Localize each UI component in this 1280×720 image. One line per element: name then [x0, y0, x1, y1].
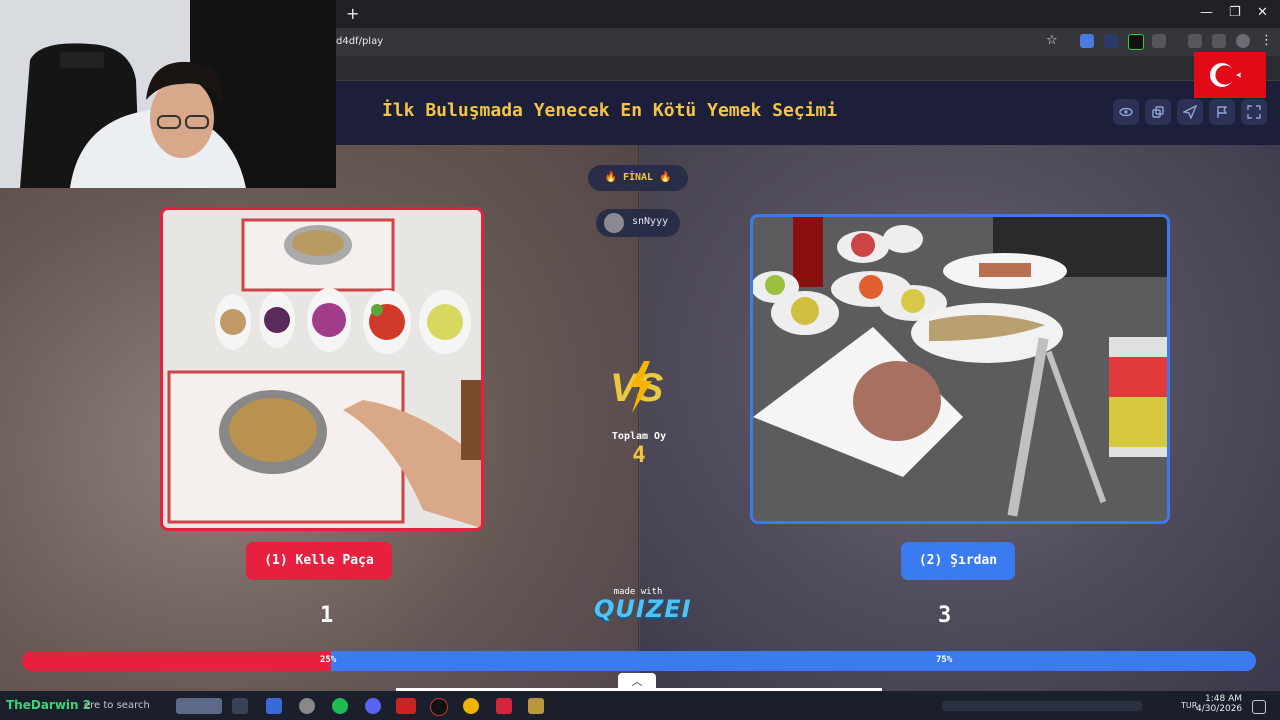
- chrome-icon[interactable]: [463, 698, 479, 714]
- username: snNyyy: [632, 216, 669, 227]
- download-icon[interactable]: [1188, 34, 1202, 48]
- right-vote-count: 3: [938, 603, 952, 628]
- vote-progress-bar: 25% 75%: [22, 651, 1256, 671]
- share-icon[interactable]: [1145, 99, 1171, 125]
- app-icon[interactable]: [430, 698, 448, 716]
- quizei-logo[interactable]: QUIZEI: [594, 595, 691, 623]
- new-tab-button[interactable]: +: [346, 4, 359, 23]
- left-choice-button[interactable]: (1) Kelle Paça: [246, 542, 392, 580]
- voicemod-icon[interactable]: [396, 698, 416, 714]
- clock-date: 4/30/2026: [1196, 704, 1243, 714]
- final-round-badge: 🔥 FİNAL 🔥: [588, 165, 688, 191]
- streamer-name: TheDarwin 2: [6, 698, 92, 712]
- turkey-flag-icon: [1194, 52, 1266, 98]
- discord-icon[interactable]: [365, 698, 381, 714]
- bookmark-star-icon[interactable]: ☆: [1046, 33, 1058, 48]
- close-button[interactable]: ✕: [1257, 5, 1268, 20]
- total-votes-label: Toplam Oy: [611, 431, 667, 442]
- left-vote-fill: [22, 651, 331, 671]
- minimize-button[interactable]: —: [1200, 5, 1213, 20]
- search-highlight-icon[interactable]: [176, 698, 222, 714]
- total-votes-value: 4: [632, 443, 646, 468]
- right-choice-image[interactable]: [750, 214, 1170, 524]
- menu-kebab-icon[interactable]: ⋮: [1260, 33, 1273, 48]
- eye-icon[interactable]: [1113, 99, 1139, 125]
- kick-extension-icon[interactable]: [1128, 34, 1144, 50]
- left-percent: 25%: [320, 655, 337, 665]
- clock[interactable]: 1:48 AM 4/30/2026: [1196, 694, 1242, 714]
- taskbar-search[interactable]: ere to search: [84, 700, 150, 711]
- league-icon[interactable]: [528, 698, 544, 714]
- app2-icon[interactable]: [496, 698, 512, 714]
- obs-icon[interactable]: [299, 698, 315, 714]
- right-percent: 75%: [936, 655, 953, 665]
- send-icon[interactable]: [1177, 99, 1203, 125]
- versus-icon: VS: [610, 361, 664, 413]
- left-choice-image[interactable]: [160, 207, 484, 531]
- fullscreen-icon[interactable]: [1241, 99, 1267, 125]
- right-choice-button[interactable]: (2) Şırdan: [901, 542, 1015, 580]
- restore-button[interactable]: ❐: [1229, 5, 1241, 20]
- system-tray-icons[interactable]: [942, 701, 1142, 711]
- extensions-puzzle-icon[interactable]: [1152, 34, 1166, 48]
- url-text[interactable]: d4df/play: [336, 36, 383, 47]
- flag-icon[interactable]: [1209, 99, 1235, 125]
- windows-taskbar: TheDarwin 2 ere to search TUR 1:48 AM 4/…: [0, 691, 1280, 720]
- user-badge: snNyyy: [596, 209, 680, 237]
- left-vote-count: 1: [320, 603, 334, 628]
- store-icon[interactable]: [266, 698, 282, 714]
- profile-avatar[interactable]: [1236, 34, 1250, 48]
- quiz-title: İlk Buluşmada Yenecek En Kötü Yemek Seçi…: [382, 100, 838, 121]
- user-avatar: [604, 213, 624, 233]
- spotify-icon[interactable]: [332, 698, 348, 714]
- language-indicator[interactable]: TUR: [1181, 701, 1197, 710]
- translate-extension-icon[interactable]: [1080, 34, 1094, 48]
- webcam-overlay: [0, 0, 336, 188]
- task-view-icon[interactable]: [232, 698, 248, 714]
- clock-time: 1:48 AM: [1205, 694, 1242, 704]
- extension-icon[interactable]: [1104, 34, 1118, 48]
- media-icon[interactable]: [1212, 34, 1226, 48]
- notification-icon[interactable]: [1252, 700, 1266, 714]
